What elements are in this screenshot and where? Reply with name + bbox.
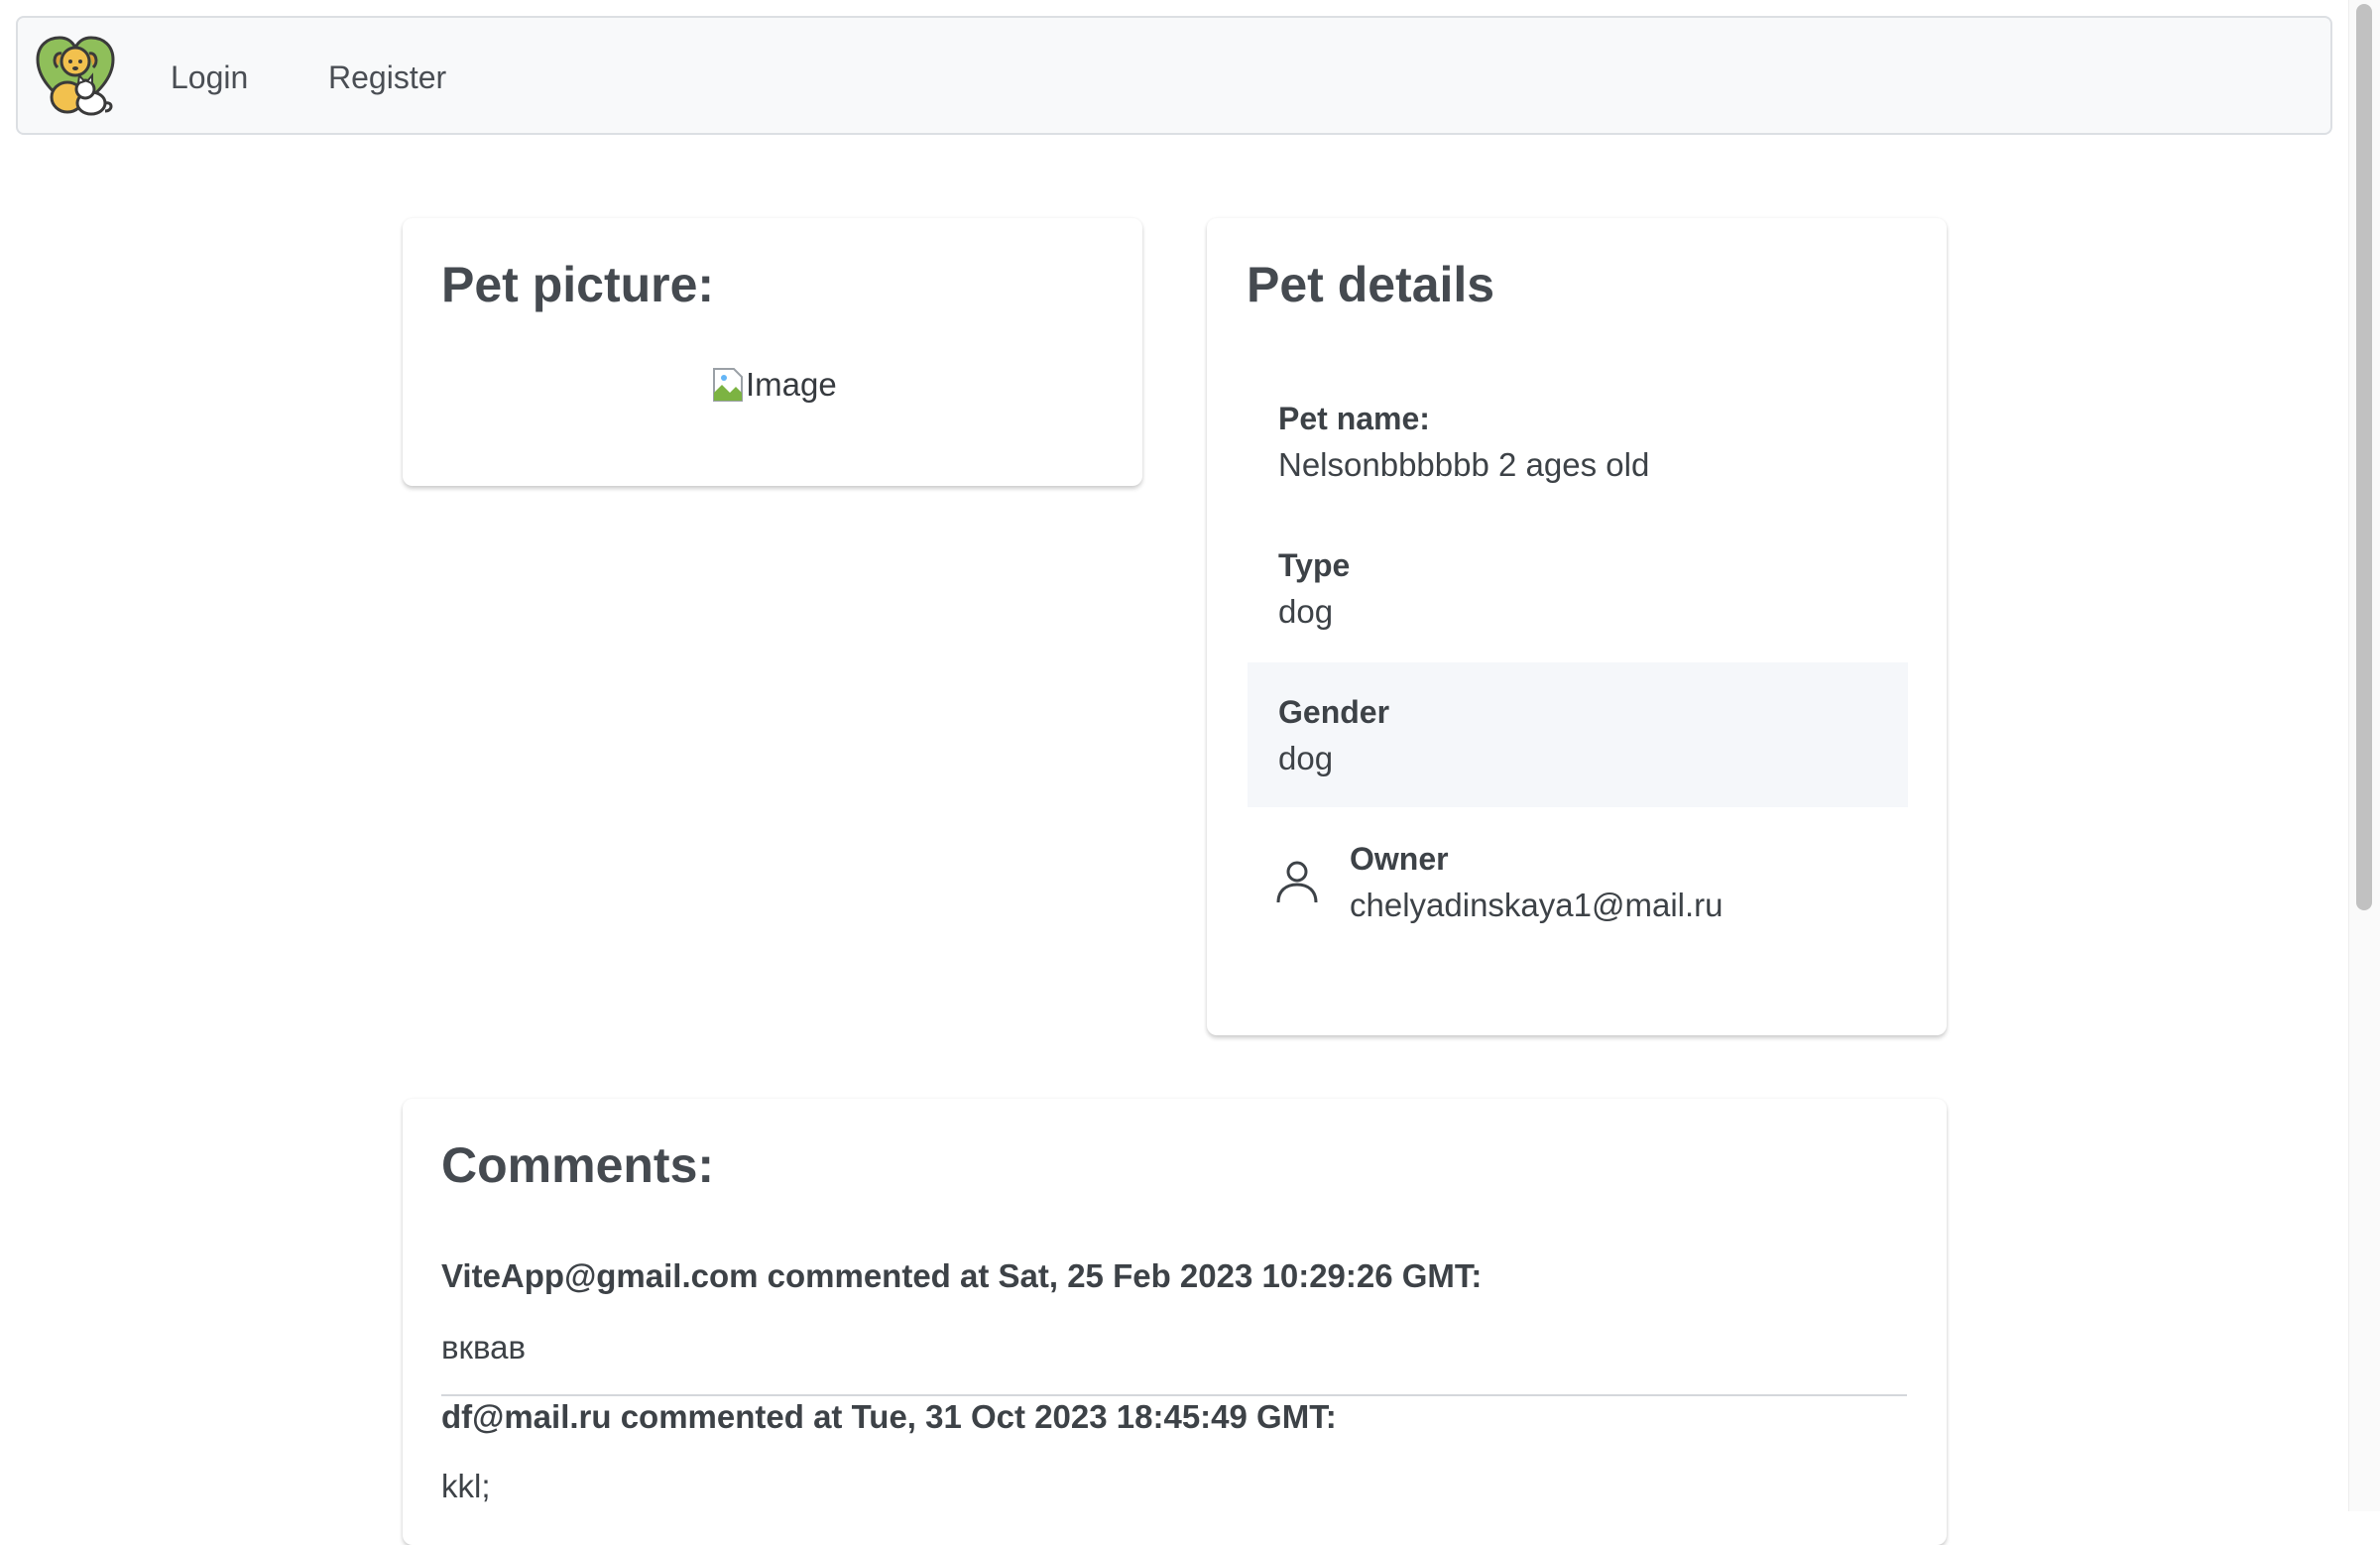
- pet-image-alt-text: Image: [746, 366, 837, 403]
- pet-name-label: Pet name:: [1278, 401, 1430, 436]
- broken-image-icon: [713, 368, 743, 402]
- scrollbar-thumb[interactable]: [2356, 4, 2372, 910]
- login-link[interactable]: Login: [171, 59, 248, 96]
- owner-label: Owner: [1350, 841, 1449, 877]
- dog-cat-logo-icon[interactable]: [32, 32, 119, 119]
- type-label: Type: [1278, 547, 1351, 583]
- gender-value: dog: [1278, 740, 1334, 776]
- comment-header: ViteApp@gmail.com commented at Sat, 25 F…: [441, 1257, 1483, 1294]
- owner-value: chelyadinskaya1@mail.ru: [1350, 887, 1724, 923]
- comment-text: kkl;: [441, 1468, 491, 1504]
- comment-text: вквав: [441, 1329, 527, 1366]
- comments-title: Comments:: [441, 1137, 715, 1193]
- person-icon: [1276, 861, 1318, 903]
- top-navbar: Login Register: [16, 16, 2332, 135]
- register-link[interactable]: Register: [328, 59, 446, 96]
- gender-row-highlight: [1248, 662, 1908, 807]
- comment-header: df@mail.ru commented at Tue, 31 Oct 2023…: [441, 1398, 1337, 1435]
- comment-divider: [441, 1394, 1907, 1396]
- pet-picture-title: Pet picture:: [441, 257, 715, 312]
- gender-label: Gender: [1278, 694, 1390, 730]
- type-value: dog: [1278, 593, 1334, 630]
- pet-image: Image: [712, 365, 837, 405]
- pet-name-value: Nelsonbbbbbb 2 ages old: [1278, 446, 1650, 483]
- pet-details-title: Pet details: [1247, 257, 1495, 312]
